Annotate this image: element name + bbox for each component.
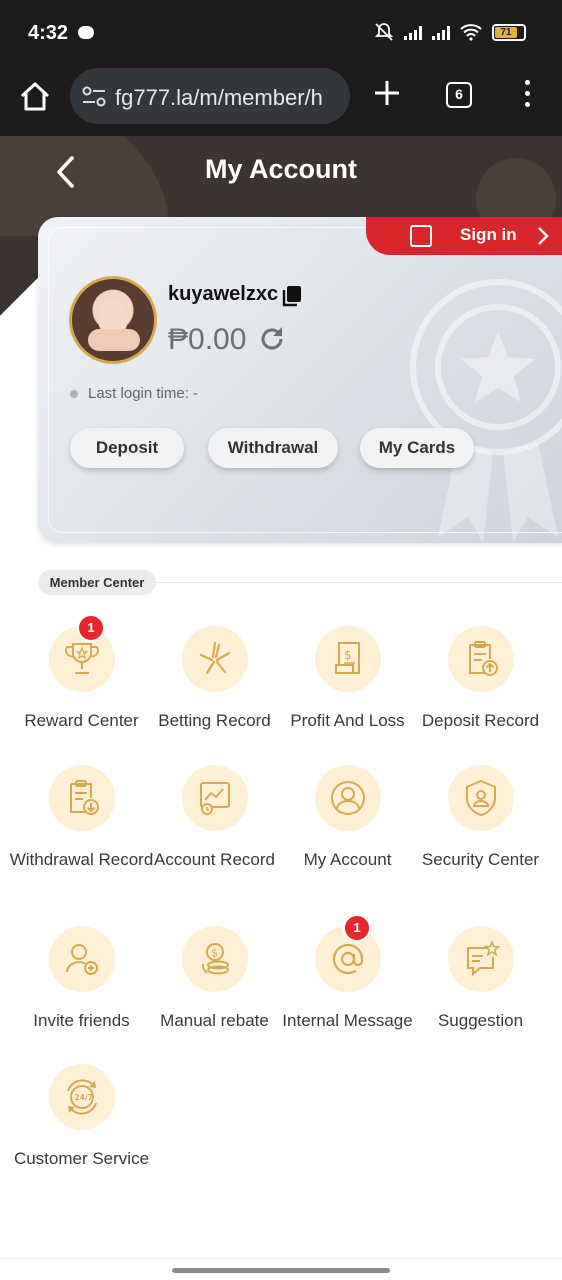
item-label: Withdrawal Record bbox=[9, 850, 154, 869]
security-center-item[interactable]: Security Center bbox=[414, 765, 547, 895]
betting-record-item[interactable]: Betting Record bbox=[148, 626, 281, 756]
profile-card: Sign in kuyawelzxc ₱0.00 Last login time… bbox=[38, 217, 562, 543]
signal-2-icon bbox=[432, 24, 450, 40]
signal-1-icon bbox=[404, 24, 422, 40]
item-label: Security Center bbox=[421, 850, 540, 869]
invite-friends-item[interactable]: Invite friends bbox=[15, 926, 148, 1056]
chat-notification-icon bbox=[78, 26, 94, 39]
member-center-title: Member Center bbox=[38, 570, 156, 595]
status-bar: 4:32 71 bbox=[0, 0, 562, 64]
url-bar[interactable]: fg777.la/m/member/h bbox=[70, 68, 350, 124]
svg-text:$: $ bbox=[344, 648, 352, 662]
item-label: Deposit Record bbox=[421, 711, 540, 730]
gesture-nav-bar bbox=[0, 1258, 562, 1280]
sign-in-button[interactable]: Sign in bbox=[366, 217, 562, 255]
my-cards-button[interactable]: My Cards bbox=[360, 428, 474, 468]
home-indicator[interactable] bbox=[172, 1268, 390, 1273]
item-label: Internal Message bbox=[282, 1011, 413, 1030]
item-label: Profit And Loss bbox=[290, 711, 405, 730]
more-menu-icon[interactable] bbox=[522, 80, 532, 110]
clock: 4:32 bbox=[28, 22, 69, 44]
tab-switcher-button[interactable]: 6 bbox=[446, 82, 472, 108]
deposit-record-item[interactable]: Deposit Record bbox=[414, 626, 547, 756]
withdrawal-record-item[interactable]: Withdrawal Record bbox=[10, 765, 153, 895]
user-add-icon bbox=[66, 944, 98, 975]
status-icons: 71 bbox=[374, 22, 526, 42]
medal-watermark-icon bbox=[410, 279, 562, 542]
avatar[interactable] bbox=[69, 276, 157, 364]
my-account-item[interactable]: My Account bbox=[281, 765, 414, 895]
at-sign-icon bbox=[332, 943, 364, 975]
notification-badge: 1 bbox=[77, 614, 105, 642]
suggestion-item[interactable]: Suggestion bbox=[414, 926, 547, 1056]
copy-icon[interactable] bbox=[282, 285, 302, 307]
item-label: Customer Service bbox=[13, 1149, 150, 1168]
last-login-time: Last login time: - bbox=[70, 385, 198, 402]
item-label: Betting Record bbox=[158, 711, 271, 730]
shield-user-icon bbox=[466, 779, 496, 817]
internal-message-item[interactable]: 1 Internal Message bbox=[281, 914, 414, 1056]
new-tab-icon[interactable] bbox=[374, 80, 400, 106]
receipt-icon: $ bbox=[335, 642, 360, 674]
svg-text:$: $ bbox=[211, 947, 218, 960]
divider bbox=[150, 582, 562, 583]
refresh-icon[interactable] bbox=[258, 325, 286, 353]
clipboard-upload-icon bbox=[469, 641, 498, 676]
wifi-icon bbox=[460, 24, 482, 41]
item-label: Suggestion bbox=[437, 1011, 524, 1030]
support-24-7-icon: 24/7 bbox=[67, 1079, 97, 1115]
checkbox-calendar-icon bbox=[410, 225, 432, 247]
site-settings-icon[interactable] bbox=[82, 86, 106, 108]
chat-star-icon bbox=[467, 939, 501, 977]
deposit-button[interactable]: Deposit bbox=[70, 428, 184, 468]
bell-off-icon bbox=[374, 23, 394, 41]
item-label: Account Record bbox=[154, 850, 275, 869]
svg-text:24/7: 24/7 bbox=[75, 1093, 93, 1102]
withdrawal-button[interactable]: Withdrawal bbox=[208, 428, 338, 468]
customer-service-item[interactable]: 24/7 Customer Service bbox=[14, 1064, 149, 1194]
account-record-item[interactable]: Account Record bbox=[148, 765, 281, 895]
user-circle-icon bbox=[331, 781, 365, 815]
username: kuyawelzxc bbox=[168, 283, 279, 305]
profit-and-loss-item[interactable]: $ Profit And Loss bbox=[281, 626, 414, 756]
manual-rebate-item[interactable]: $ Manual rebate bbox=[148, 926, 281, 1056]
item-label: Invite friends bbox=[33, 1011, 130, 1030]
item-label: Reward Center bbox=[24, 711, 139, 730]
page-title: My Account bbox=[204, 154, 357, 184]
home-icon[interactable] bbox=[18, 80, 52, 114]
balance-amount: ₱0.00 bbox=[168, 323, 247, 356]
chart-screen-icon bbox=[200, 782, 230, 815]
item-label: Manual rebate bbox=[160, 1011, 269, 1030]
item-label: My Account bbox=[303, 850, 392, 869]
url-text[interactable]: fg777.la/m/member/h bbox=[115, 85, 343, 111]
coins-icon: $ bbox=[201, 943, 229, 975]
browser-toolbar: fg777.la/m/member/h 6 bbox=[0, 64, 562, 136]
sign-in-label: Sign in bbox=[460, 225, 517, 244]
chevron-right-icon bbox=[538, 227, 549, 245]
notification-badge: 1 bbox=[343, 914, 371, 942]
battery-icon: 71 bbox=[492, 23, 526, 41]
reward-center-item[interactable]: 1 Reward Center bbox=[15, 614, 148, 756]
trophy-icon bbox=[64, 643, 100, 674]
sparkle-icon bbox=[199, 641, 231, 675]
clipboard-download-icon bbox=[70, 780, 99, 815]
